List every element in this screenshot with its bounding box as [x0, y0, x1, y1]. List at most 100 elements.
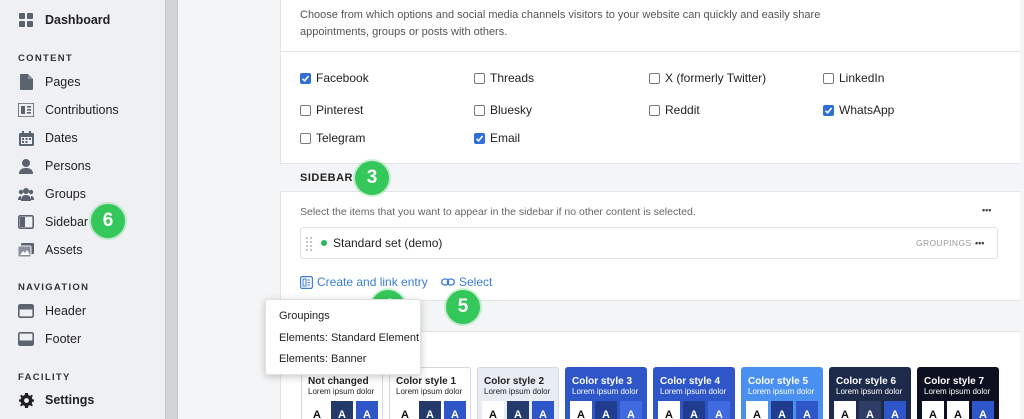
create-and-link-button[interactable]: Create and link entry: [300, 275, 428, 289]
sidebar-item-label: Pages: [45, 75, 81, 89]
entry-more-button[interactable]: •••: [975, 238, 984, 248]
share-option-label: LinkedIn: [839, 71, 885, 85]
person-icon: [18, 158, 34, 174]
create-entry-dropdown: Groupings Elements: Standard Element Ele…: [265, 299, 421, 375]
sidebar-item-sidebar[interactable]: Sidebar: [18, 211, 88, 233]
share-option-whatsapp[interactable]: WhatsApp: [823, 103, 894, 117]
entry-type-tag: GROUPINGS: [916, 238, 972, 248]
color-swatch: A: [884, 401, 906, 419]
group-icon: [18, 186, 34, 202]
color-swatch: A: [746, 401, 768, 419]
color-style-subtitle: Lorem ipsum dolor: [484, 387, 551, 396]
select-button[interactable]: Select: [441, 275, 492, 289]
sidebar-item-settings[interactable]: Settings: [18, 389, 94, 411]
color-style-option[interactable]: Color style 2 Lorem ipsum dolor A A A: [477, 367, 559, 419]
color-swatch: A: [306, 401, 328, 419]
color-style-option[interactable]: Color style 3 Lorem ipsum dolor A A A: [565, 367, 647, 419]
color-swatch: A: [771, 401, 793, 419]
checkbox-checked-icon[interactable]: [474, 132, 485, 144]
share-option-label: Reddit: [665, 103, 700, 117]
share-option-x[interactable]: X (formerly Twitter): [649, 71, 766, 85]
select-label: Select: [459, 275, 493, 289]
link-icon: [441, 277, 455, 287]
share-option-linkedin[interactable]: LinkedIn: [823, 71, 884, 85]
color-swatch: A: [620, 401, 642, 419]
sidebar-item-label: Settings: [45, 393, 95, 407]
color-style-subtitle: Lorem ipsum dolor: [748, 387, 815, 396]
share-option-label: X (formerly Twitter): [665, 71, 767, 85]
color-style-title: Color style 3: [572, 376, 633, 387]
facility-heading: FACILITY: [18, 372, 71, 383]
section-more-button[interactable]: •••: [982, 205, 991, 215]
sidebar-item-footer[interactable]: Footer: [18, 328, 81, 350]
color-style-title: Not changed: [308, 376, 369, 387]
step-marker: 6: [91, 204, 125, 238]
dropdown-item-banner[interactable]: Elements: Banner: [279, 353, 366, 365]
share-option-bluesky[interactable]: Bluesky: [474, 103, 532, 117]
color-style-option[interactable]: Color style 4 Lorem ipsum dolor A A A: [653, 367, 735, 419]
color-swatch: A: [419, 401, 441, 419]
share-option-telegram[interactable]: Telegram: [300, 131, 365, 145]
share-option-pinterest[interactable]: Pinterest: [300, 103, 363, 117]
color-swatch: A: [922, 401, 944, 419]
content-heading: CONTENT: [18, 53, 74, 64]
share-option-label: Telegram: [316, 131, 366, 145]
share-option-threads[interactable]: Threads: [474, 71, 534, 85]
contributions-icon: [18, 102, 34, 118]
drag-handle-icon[interactable]: [305, 235, 313, 251]
color-swatch: A: [394, 401, 416, 419]
color-style-title: Color style 5: [748, 376, 809, 387]
share-description: Choose from which options and social med…: [300, 9, 821, 38]
sidebar-item-header[interactable]: Header: [18, 300, 86, 322]
sidebar-item-pages[interactable]: Pages: [18, 71, 80, 93]
sidebar-item-dashboard[interactable]: Dashboard: [18, 9, 110, 31]
checkbox-icon[interactable]: [474, 104, 485, 116]
sidebar-section-title: SIDEBAR: [300, 172, 354, 184]
checkbox-icon[interactable]: [300, 104, 311, 116]
color-swatch: A: [444, 401, 466, 419]
color-swatch: A: [972, 401, 994, 419]
color-style-option[interactable]: Color style 7 Lorem ipsum dolor A A A: [917, 367, 999, 419]
sidebar-item-label: Sidebar: [45, 215, 89, 229]
color-swatch: A: [658, 401, 680, 419]
sidebar-section-header: [280, 163, 1020, 192]
sidebar-scrollbar[interactable]: [165, 0, 178, 419]
sidebar-item-label: Dashboard: [45, 13, 111, 27]
checkbox-icon[interactable]: [649, 72, 660, 84]
color-swatch: A: [796, 401, 818, 419]
dropdown-item-groupings[interactable]: Groupings: [279, 310, 330, 322]
create-link-label: Create and link entry: [317, 275, 428, 289]
color-swatch: A: [356, 401, 378, 419]
share-option-label: Email: [490, 131, 521, 145]
sidebar-item-dates[interactable]: Dates: [18, 127, 78, 149]
checkbox-checked-icon[interactable]: [300, 72, 311, 84]
checkbox-icon[interactable]: [300, 132, 311, 144]
checkbox-icon[interactable]: [823, 72, 834, 84]
checkbox-icon[interactable]: [649, 104, 660, 116]
color-swatch: A: [683, 401, 705, 419]
sidebar-item-groups[interactable]: Groups: [18, 183, 86, 205]
dropdown-item-standard-element[interactable]: Elements: Standard Element: [279, 332, 419, 344]
share-option-facebook[interactable]: Facebook: [300, 71, 369, 85]
step-marker: 5: [446, 290, 480, 324]
sidebar-item-persons[interactable]: Persons: [18, 155, 91, 177]
share-option-label: Threads: [490, 71, 535, 85]
checkbox-icon[interactable]: [474, 72, 485, 84]
dashboard-icon: [18, 12, 34, 28]
color-style-option[interactable]: Color style 5 Lorem ipsum dolor A A A: [741, 367, 823, 419]
color-swatch: A: [482, 401, 504, 419]
share-option-label: Bluesky: [490, 103, 533, 117]
calendar-icon: [18, 130, 34, 146]
divider: [280, 51, 1020, 52]
color-style-title: Color style 2: [484, 376, 545, 387]
share-option-reddit[interactable]: Reddit: [649, 103, 700, 117]
sidebar-item-contributions[interactable]: Contributions: [18, 99, 119, 121]
checkbox-checked-icon[interactable]: [823, 104, 834, 116]
color-style-option[interactable]: Color style 6 Lorem ipsum dolor A A A: [829, 367, 911, 419]
step-marker: 3: [355, 161, 389, 195]
sidebar-item-assets[interactable]: Assets: [18, 239, 83, 261]
share-option-label: Facebook: [316, 71, 369, 85]
share-option-email[interactable]: Email: [474, 131, 520, 145]
next-section-header: [420, 300, 1020, 332]
color-swatch: A: [708, 401, 730, 419]
